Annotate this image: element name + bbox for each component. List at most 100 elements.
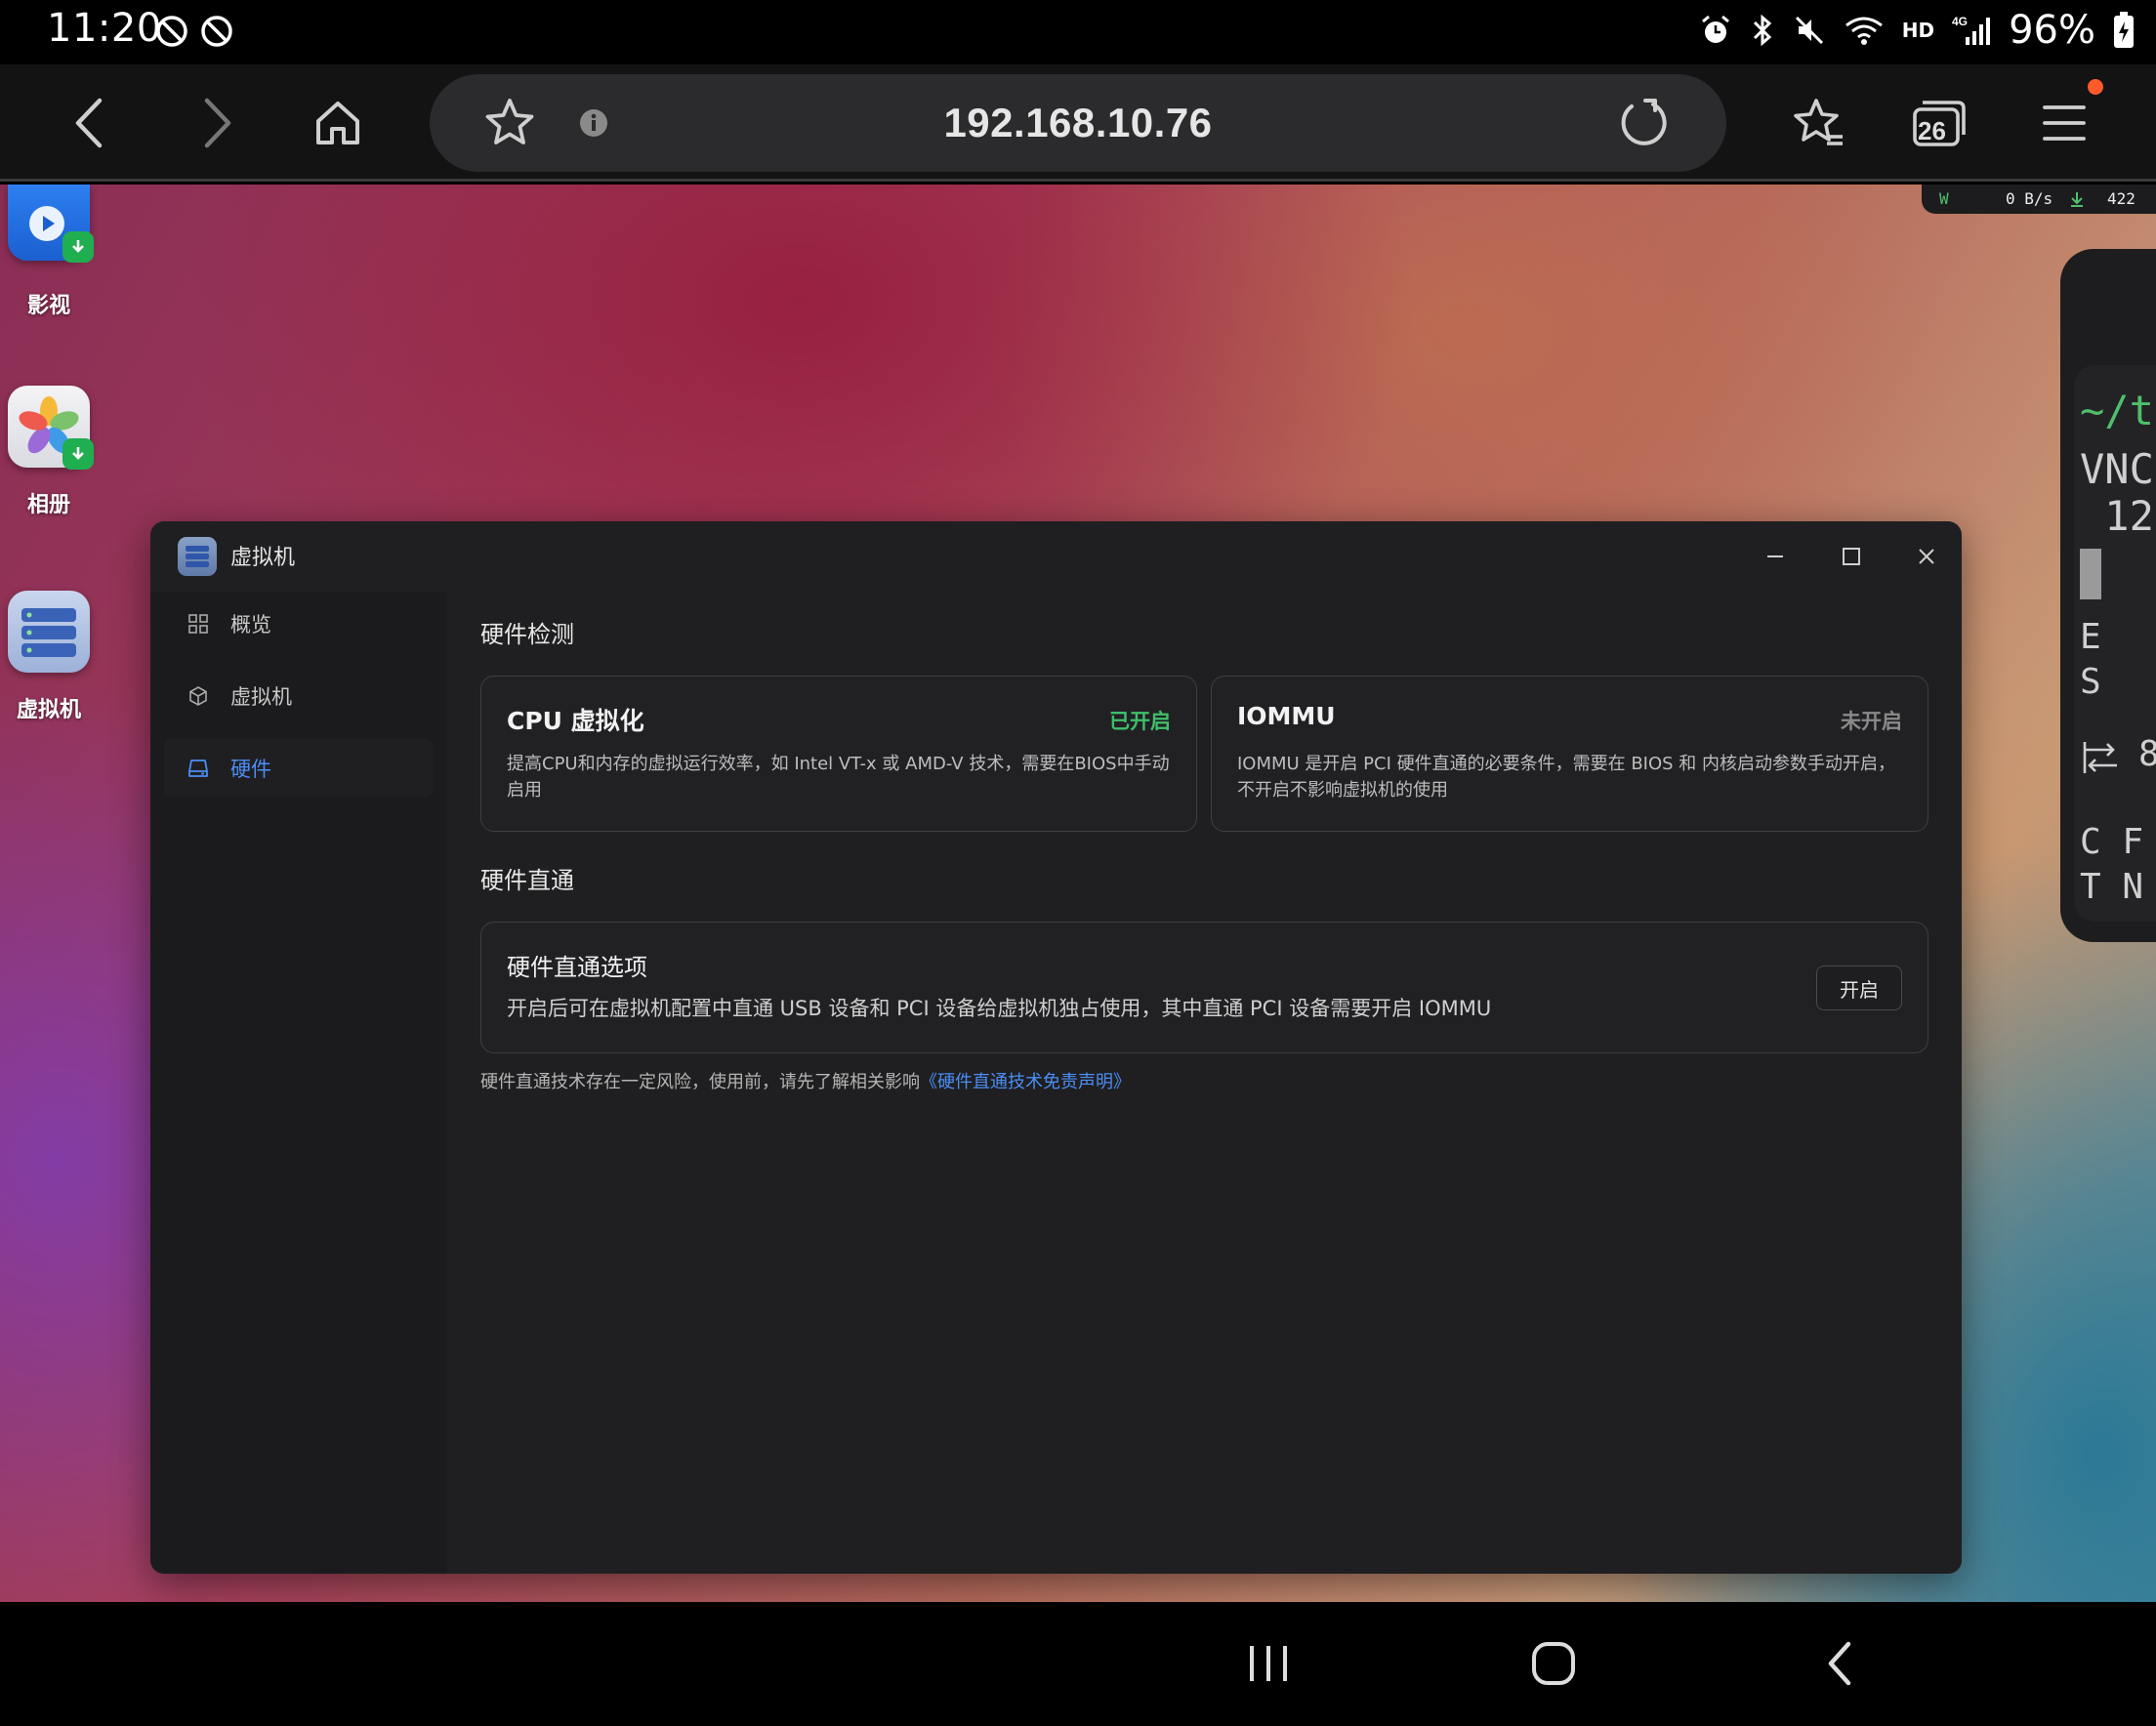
sidebar-item-vms[interactable]: 虚拟机	[164, 666, 434, 724]
terminal-line: S	[2080, 662, 2101, 702]
back-icon	[75, 98, 103, 148]
status-badge: 已开启	[1109, 710, 1171, 733]
desktop-app-vm[interactable]: 虚拟机	[8, 591, 90, 722]
home-button[interactable]	[307, 92, 369, 154]
window-title: 虚拟机	[230, 546, 296, 570]
status-right: HD 4G 96%	[1699, 8, 2135, 53]
cube-icon	[189, 686, 207, 706]
url-text[interactable]: 192.168.10.76	[430, 100, 1726, 146]
desktop-app-video[interactable]: 影视	[8, 185, 94, 318]
app-label: 相册	[26, 493, 70, 517]
vm-app-icon	[178, 537, 217, 576]
terminal-line: ~/t	[2080, 387, 2154, 434]
sidebar-item-overview[interactable]: 概览	[164, 594, 434, 652]
tabs-button[interactable]: 26	[1908, 92, 1970, 154]
speed-count: 422	[2107, 189, 2135, 208]
download-arrow-icon	[2071, 192, 2083, 207]
back-nav-button[interactable]	[1806, 1629, 1875, 1698]
signal-4g-icon: 4G	[1952, 15, 1991, 45]
menu-icon	[2043, 105, 2086, 141]
back-button[interactable]	[59, 92, 121, 154]
transfer-arrows-icon	[2083, 742, 2117, 773]
download-badge-icon	[62, 231, 94, 263]
forward-button[interactable]	[186, 92, 248, 154]
home-icon	[316, 102, 359, 144]
desktop: W 0 B/s 422 影视 相册 虚拟机 ~/t VNC 12 E S 8 C…	[0, 185, 2156, 1602]
prohibited-icon	[156, 16, 187, 47]
browser-toolbar: 192.168.10.76 26	[0, 64, 2156, 182]
battery-percent: 96%	[2009, 8, 2095, 53]
bookmarks-button[interactable]	[1787, 92, 1849, 154]
speed-indicator: W 0 B/s 422	[1922, 185, 2156, 214]
grid-icon	[188, 614, 208, 634]
battery-charging-icon	[2114, 12, 2134, 48]
window-titlebar[interactable]: 虚拟机	[150, 521, 1962, 592]
terminal-line: T N	[2080, 867, 2144, 907]
speed-value: 0 B/s	[2006, 189, 2053, 208]
status-time: 11:20	[47, 6, 162, 51]
svg-text:4G: 4G	[1952, 15, 1968, 28]
terminal-content: ~/t VNC 12 E S 8 C F T N	[2074, 365, 2156, 922]
drive-icon	[188, 760, 208, 777]
terminal-line: E	[2080, 617, 2101, 657]
download-badge-icon	[62, 438, 94, 470]
home-circle-icon	[1532, 1642, 1575, 1685]
vm-window: 虚拟机 概览 虚拟机 硬件 硬件检测 CPU 虚拟化 已开启 提高CPU和内存的…	[150, 521, 1962, 1574]
speed-prefix: W	[1939, 189, 1949, 208]
passthrough-option-card: 硬件直通选项 开启后可在虚拟机配置中直通 USB 设备和 PCI 设备给虚拟机独…	[480, 922, 1928, 1053]
sidebar-item-label: 概览	[230, 613, 271, 637]
disclaimer-link[interactable]: 《硬件直通技术免责声明》	[920, 1072, 1131, 1092]
wifi-icon	[1845, 17, 1883, 45]
reload-icon	[1621, 99, 1667, 145]
vm-app-icon	[8, 591, 90, 673]
terminal-cursor	[2080, 549, 2101, 599]
system-nav-bar	[0, 1602, 2156, 1726]
mute-icon	[1795, 16, 1823, 45]
minimize-button[interactable]	[1760, 541, 1791, 572]
main-content: 硬件检测 CPU 虚拟化 已开启 提高CPU和内存的虚拟运行效率，如 Intel…	[447, 592, 1962, 1574]
close-button[interactable]	[1911, 541, 1942, 572]
terminal-line: 12	[2080, 492, 2154, 540]
card-description: 开启后可在虚拟机配置中直通 USB 设备和 PCI 设备给虚拟机独占使用，其中直…	[507, 997, 1492, 1020]
reload-button[interactable]	[1613, 92, 1676, 154]
menu-button[interactable]	[2033, 92, 2095, 154]
network-label: HD	[1901, 19, 1935, 42]
alarm-icon	[1701, 15, 1729, 43]
desktop-app-photos[interactable]: 相册	[8, 386, 94, 517]
bookmarks-icon	[1794, 99, 1843, 145]
maximize-icon	[1843, 548, 1860, 565]
app-label: 虚拟机	[16, 698, 81, 722]
sidebar-item-hardware[interactable]: 硬件	[164, 738, 434, 797]
status-left-icons	[154, 14, 234, 49]
maximize-button[interactable]	[1836, 541, 1867, 572]
sidebar-item-label: 虚拟机	[230, 685, 292, 709]
notification-dot	[2088, 79, 2103, 95]
risk-footnote: 硬件直通技术存在一定风险，使用前，请先了解相关影响《硬件直通技术免责声明》	[480, 1068, 1131, 1093]
footnote-text: 硬件直通技术存在一定风险，使用前，请先了解相关影响	[480, 1072, 920, 1092]
back-nav-icon	[1828, 1641, 1851, 1686]
bluetooth-icon	[1753, 14, 1771, 47]
recent-apps-button[interactable]	[1234, 1629, 1303, 1698]
sidebar: 概览 虚拟机 硬件	[150, 592, 447, 1574]
enable-passthrough-button[interactable]: 开启	[1816, 966, 1902, 1010]
forward-icon	[204, 98, 231, 148]
card-title: CPU 虚拟化	[507, 707, 644, 735]
video-app-icon	[8, 185, 94, 263]
section-title-hardware-detection: 硬件检测	[480, 621, 574, 648]
terminal-line: 8	[2138, 734, 2156, 774]
section-title-passthrough: 硬件直通	[480, 867, 574, 894]
close-icon	[1919, 549, 1934, 564]
status-badge: 未开启	[1841, 710, 1902, 733]
card-description: 提高CPU和内存的虚拟运行效率，如 Intel VT-x 或 AMD-V 技术，…	[507, 754, 1170, 801]
card-description: IOMMU 是开启 PCI 硬件直通的必要条件，需要在 BIOS 和 内核启动参…	[1237, 754, 1896, 801]
card-title: 硬件直通选项	[507, 954, 647, 981]
recent-apps-icon	[1250, 1646, 1287, 1681]
prohibited-icon	[201, 16, 232, 47]
status-bar: 11:20 HD 4G 96%	[0, 0, 2156, 64]
minimize-icon	[1767, 555, 1783, 557]
terminal-line: VNC	[2080, 445, 2154, 493]
home-nav-button[interactable]	[1519, 1629, 1588, 1698]
card-title: IOMMU	[1237, 702, 1336, 730]
address-bar[interactable]: 192.168.10.76	[430, 74, 1726, 172]
terminal-line: C F	[2080, 822, 2144, 862]
